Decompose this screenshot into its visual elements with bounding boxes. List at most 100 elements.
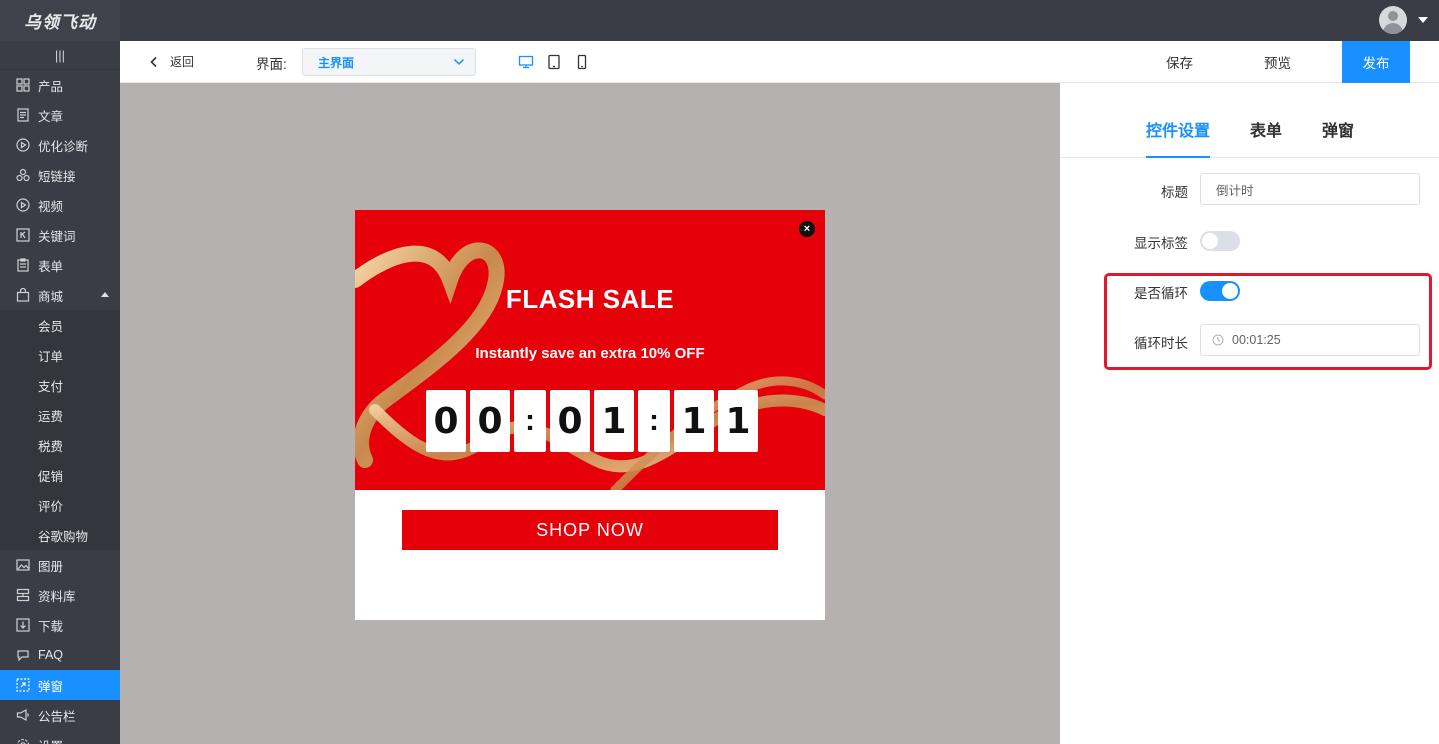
sidebar-item-label: 短链接 xyxy=(38,169,76,184)
sidebar-item-popups[interactable]: 弹窗 xyxy=(0,670,120,700)
chevron-down-icon xyxy=(453,58,465,66)
clock-icon xyxy=(1212,334,1224,346)
sidebar-item-videos[interactable]: 视频 xyxy=(0,190,120,220)
link-icon xyxy=(16,168,30,182)
editor-canvas: × FLASH SALE Instantly save an extra 10%… xyxy=(120,83,1060,744)
sidebar-item-label: 会员 xyxy=(38,319,64,334)
app-logo[interactable]: 乌领飞动 xyxy=(0,0,120,41)
sidebar-item-shipping[interactable]: 运费 xyxy=(0,400,120,430)
sidebar-item-google-shopping[interactable]: 谷歌购物 xyxy=(0,520,120,550)
sidebar-item-label: 税费 xyxy=(38,439,64,454)
countdown-digit: 0 xyxy=(426,390,466,452)
tab-widget-settings[interactable]: 控件设置 xyxy=(1146,117,1210,141)
countdown-digit: 1 xyxy=(718,390,758,452)
settings-panel: 控件设置 表单 弹窗 标题 倒计时 显示标签 是否循环 循环时长 00:01:2… xyxy=(1060,83,1439,744)
mobile-view-icon[interactable] xyxy=(574,54,590,70)
top-bar xyxy=(120,0,1439,41)
sidebar-item-taxes[interactable]: 税费 xyxy=(0,430,120,460)
desktop-view-icon[interactable] xyxy=(518,54,534,70)
sidebar-item-label: 公告栏 xyxy=(38,709,76,724)
sidebar-item-library[interactable]: 资料库 xyxy=(0,580,120,610)
popup-icon xyxy=(16,678,30,692)
interface-select-value: 主界面 xyxy=(318,55,355,70)
sidebar-item-label: 谷歌购物 xyxy=(38,529,89,544)
sidebar-item-settings[interactable]: 设置 xyxy=(0,730,120,744)
sidebar-item-reviews[interactable]: 评价 xyxy=(0,490,120,520)
document-icon xyxy=(16,108,30,122)
sidebar-collapse-toggle[interactable]: ||| xyxy=(0,41,120,70)
sidebar-item-label: 运费 xyxy=(38,409,64,424)
sidebar-item-label: 弹窗 xyxy=(38,679,64,694)
sidebar-item-promotions[interactable]: 促销 xyxy=(0,460,120,490)
popup-title: FLASH SALE xyxy=(505,284,675,314)
keyword-icon xyxy=(16,228,30,242)
close-icon[interactable]: × xyxy=(799,221,815,237)
sidebar-item-label: 文章 xyxy=(38,109,64,124)
publish-button[interactable]: 发布 xyxy=(1342,41,1410,83)
sidebar-item-label: 优化诊断 xyxy=(38,139,89,154)
sidebar-item-articles[interactable]: 文章 xyxy=(0,100,120,130)
settings-tabs: 控件设置 表单 弹窗 xyxy=(1060,83,1439,158)
loop-duration-label: 循环时长 xyxy=(1134,336,1188,351)
sidebar-item-label: 促销 xyxy=(38,469,64,484)
sidebar-item-faq[interactable]: FAQ xyxy=(0,640,120,670)
sidebar: 乌领飞动 ||| 产品 文章 优化诊断 短链接 视频 关键词 表单 商城 会员 … xyxy=(0,0,120,744)
save-button[interactable]: 保存 xyxy=(1166,41,1193,82)
sidebar-item-label: 视频 xyxy=(38,199,64,214)
sidebar-item-seo-diagnosis[interactable]: 优化诊断 xyxy=(0,130,120,160)
popup-subtitle: Instantly save an extra 10% OFF xyxy=(475,345,705,362)
preview-button[interactable]: 预览 xyxy=(1264,41,1291,82)
countdown-separator: : xyxy=(514,390,546,452)
popup-preview[interactable]: × FLASH SALE Instantly save an extra 10%… xyxy=(355,210,825,620)
show-tag-toggle[interactable] xyxy=(1200,231,1240,251)
interface-select[interactable]: 主界面 xyxy=(302,48,476,76)
sidebar-item-downloads[interactable]: 下载 xyxy=(0,610,120,640)
sidebar-item-label: 图册 xyxy=(38,559,64,574)
tablet-view-icon[interactable] xyxy=(546,54,562,70)
sidebar-item-announcements[interactable]: 公告栏 xyxy=(0,700,120,730)
sidebar-item-payments[interactable]: 支付 xyxy=(0,370,120,400)
loop-label: 是否循环 xyxy=(1134,286,1188,301)
countdown-digit: 1 xyxy=(594,390,634,452)
tab-popup[interactable]: 弹窗 xyxy=(1322,117,1354,141)
back-label: 返回 xyxy=(170,55,195,69)
show-tag-label: 显示标签 xyxy=(1134,236,1188,251)
sidebar-item-forms[interactable]: 表单 xyxy=(0,250,120,280)
gear-icon xyxy=(16,738,30,744)
countdown-digit: 0 xyxy=(550,390,590,452)
user-avatar[interactable] xyxy=(1379,6,1407,34)
countdown-digit: 0 xyxy=(470,390,510,452)
active-tab-indicator xyxy=(1146,156,1210,158)
sidebar-item-short-links[interactable]: 短链接 xyxy=(0,160,120,190)
sidebar-item-label: 支付 xyxy=(38,379,64,394)
sidebar-item-label: 订单 xyxy=(38,349,64,364)
interface-label: 界面: xyxy=(256,57,287,72)
chat-icon xyxy=(16,648,30,662)
sidebar-item-orders[interactable]: 订单 xyxy=(0,340,120,370)
sidebar-item-label: 资料库 xyxy=(38,589,76,604)
tab-form[interactable]: 表单 xyxy=(1250,117,1282,141)
sidebar-item-mall[interactable]: 商城 xyxy=(0,280,120,310)
clipboard-icon xyxy=(16,258,30,272)
collapse-icon: ||| xyxy=(54,47,66,63)
loop-toggle[interactable] xyxy=(1200,281,1240,301)
loop-duration-picker[interactable]: 00:01:25 xyxy=(1200,324,1420,356)
sidebar-item-products[interactable]: 产品 xyxy=(0,70,120,100)
sidebar-item-label: FAQ xyxy=(38,648,64,662)
sidebar-item-gallery[interactable]: 图册 xyxy=(0,550,120,580)
sidebar-item-keywords[interactable]: 关键词 xyxy=(0,220,120,250)
back-button[interactable]: 返回 xyxy=(148,41,194,82)
sidebar-item-members[interactable]: 会员 xyxy=(0,310,120,340)
sidebar-item-label: 商城 xyxy=(38,289,64,304)
title-label: 标题 xyxy=(1161,185,1188,200)
sidebar-item-label: 下载 xyxy=(38,619,64,634)
video-icon xyxy=(16,198,30,212)
editor-toolbar: 返回 界面: 主界面 保存 预览 发布 xyxy=(120,41,1439,83)
title-input[interactable]: 倒计时 xyxy=(1200,173,1420,205)
chevron-down-icon[interactable] xyxy=(1418,17,1428,23)
shop-now-button[interactable]: SHOP NOW xyxy=(402,510,778,550)
shopping-bag-icon xyxy=(16,288,30,302)
sidebar-item-label: 关键词 xyxy=(38,229,76,244)
logo-text: 乌领飞动 xyxy=(24,13,96,33)
grid-icon xyxy=(16,78,30,92)
